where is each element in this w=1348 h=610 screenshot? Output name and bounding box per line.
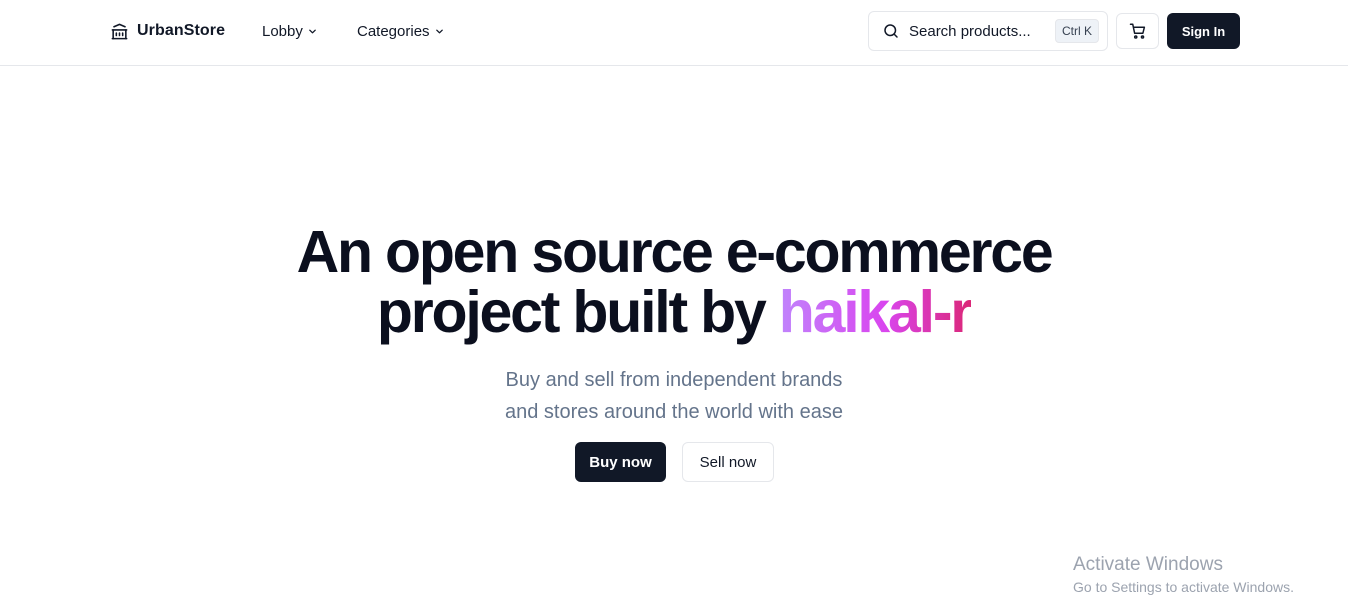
nav-categories-dropdown[interactable]: Categories bbox=[357, 20, 444, 42]
watermark-subtitle: Go to Settings to activate Windows. bbox=[1073, 579, 1294, 595]
nav-lobby-dropdown[interactable]: Lobby bbox=[262, 20, 317, 42]
sign-in-button[interactable]: Sign In bbox=[1167, 13, 1240, 49]
hero-title-line-2: project built by haikal-r bbox=[174, 282, 1174, 342]
cart-button[interactable] bbox=[1116, 13, 1159, 49]
activate-windows-watermark: Activate Windows Go to Settings to activ… bbox=[1073, 553, 1294, 597]
sell-now-button[interactable]: Sell now bbox=[682, 442, 774, 482]
brand-name: UrbanStore bbox=[137, 22, 226, 39]
hero-subtitle-line-1: Buy and sell from independent brands bbox=[505, 369, 843, 391]
hero-author-highlight: haikal-r bbox=[778, 279, 973, 345]
nav-lobby-label: Lobby bbox=[262, 22, 303, 40]
top-navbar: UrbanStore Lobby Categories Search produ… bbox=[0, 0, 1348, 66]
buy-now-button[interactable]: Buy now bbox=[575, 442, 666, 482]
keyboard-shortcut-badge: Ctrl K bbox=[1055, 19, 1099, 43]
bank-icon bbox=[111, 23, 128, 39]
search-products-button[interactable]: Search products... Ctrl K bbox=[868, 11, 1108, 51]
cart-icon bbox=[1129, 23, 1145, 39]
chevron-down-icon bbox=[309, 29, 316, 33]
hero-title: An open source e-commerce project built … bbox=[174, 222, 1174, 342]
hero-title-prefix: project built by bbox=[376, 279, 779, 345]
search-icon bbox=[884, 24, 898, 38]
hero-subtitle: Buy and sell from independent brands and… bbox=[374, 364, 974, 428]
hero-title-line-1: An open source e-commerce bbox=[296, 219, 1054, 285]
brand-logo-link[interactable]: UrbanStore bbox=[110, 19, 225, 43]
chevron-down-icon bbox=[435, 29, 443, 33]
watermark-title: Activate Windows bbox=[1073, 554, 1223, 575]
search-placeholder: Search products... bbox=[909, 22, 1031, 40]
hero-subtitle-line-2: and stores around the world with ease bbox=[505, 401, 843, 423]
nav-categories-label: Categories bbox=[357, 22, 430, 40]
